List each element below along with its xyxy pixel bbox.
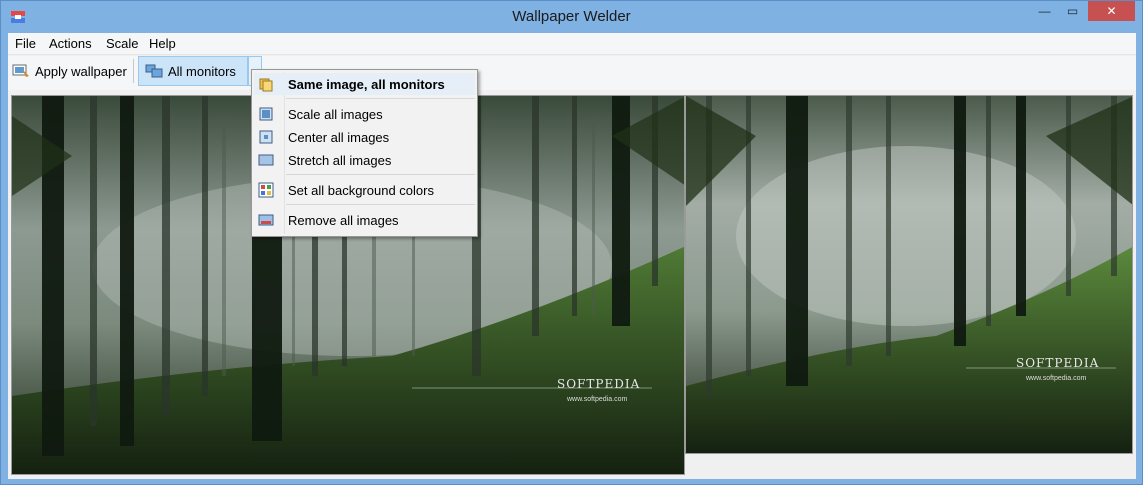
all-monitors-label: All monitors — [168, 63, 236, 79]
same-image-icon — [259, 78, 273, 92]
monitors-icon — [145, 64, 163, 78]
menu-item-remove-images[interactable]: Remove all images — [254, 209, 475, 231]
menu-separator — [286, 98, 475, 99]
watermark-subtext: www.softpedia.com — [567, 396, 628, 403]
maximize-button[interactable]: ▭ — [1059, 1, 1086, 21]
apply-wallpaper-label: Apply wallpaper — [35, 63, 127, 79]
menu-item-label: Same image, all monitors — [288, 76, 445, 92]
menu-item-label: Scale all images — [288, 106, 383, 122]
watermark-text: SOFTPEDIA — [557, 377, 641, 391]
watermark-text: SOFTPEDIA — [1016, 356, 1100, 370]
menu-item-label: Remove all images — [288, 212, 399, 228]
toolbar: Apply wallpaper All monitors ▾ — [8, 56, 1136, 90]
center-icon — [259, 130, 273, 144]
menu-item-label: Set all background colors — [288, 182, 434, 198]
menu-separator — [286, 204, 475, 205]
title-bar[interactable]: Wallpaper Welder — ▭ ✕ — [1, 1, 1142, 33]
menu-bar: File Actions Scale Help — [8, 33, 1136, 55]
forest-image-2 — [686, 96, 1132, 453]
menu-item-center[interactable]: Center all images — [254, 126, 475, 148]
all-monitors-button[interactable]: All monitors — [138, 56, 248, 86]
monitor-canvas: SOFTPEDIA www.softpedia.com SOFTPEDIA ww… — [8, 90, 1136, 479]
menu-help[interactable]: Help — [149, 36, 176, 51]
toolbar-separator — [133, 59, 134, 83]
palette-icon — [258, 182, 274, 198]
menu-actions[interactable]: Actions — [49, 36, 92, 51]
monitor-2-preview[interactable]: SOFTPEDIA www.softpedia.com — [685, 95, 1133, 454]
menu-item-scale[interactable]: Scale all images — [254, 103, 475, 125]
window-title: Wallpaper Welder — [512, 8, 631, 25]
menu-scale[interactable]: Scale — [106, 36, 139, 51]
menu-item-stretch[interactable]: Stretch all images — [254, 149, 475, 171]
minimize-button[interactable]: — — [1031, 1, 1058, 21]
app-window: Wallpaper Welder — ▭ ✕ File Actions Scal… — [0, 0, 1143, 485]
menu-item-label: Center all images — [288, 129, 390, 145]
menu-separator — [286, 174, 475, 175]
menu-file[interactable]: File — [15, 36, 36, 51]
watermark-subtext: www.softpedia.com — [1026, 375, 1087, 382]
wallpaper-apply-icon — [12, 64, 29, 77]
menu-item-same-image[interactable]: Same image, all monitors — [254, 73, 475, 95]
client-area: File Actions Scale Help Apply wallpaper — [8, 33, 1136, 479]
remove-image-icon — [258, 214, 274, 226]
menu-item-background-colors[interactable]: Set all background colors — [254, 179, 475, 201]
menu-item-label: Stretch all images — [288, 152, 392, 168]
apply-wallpaper-button[interactable]: Apply wallpaper — [10, 56, 128, 86]
scale-icon — [259, 107, 273, 121]
monitors-dropdown-menu: Same image, all monitors Scale all image… — [251, 69, 478, 237]
close-button[interactable]: ✕ — [1088, 1, 1135, 21]
stretch-icon — [258, 154, 274, 166]
